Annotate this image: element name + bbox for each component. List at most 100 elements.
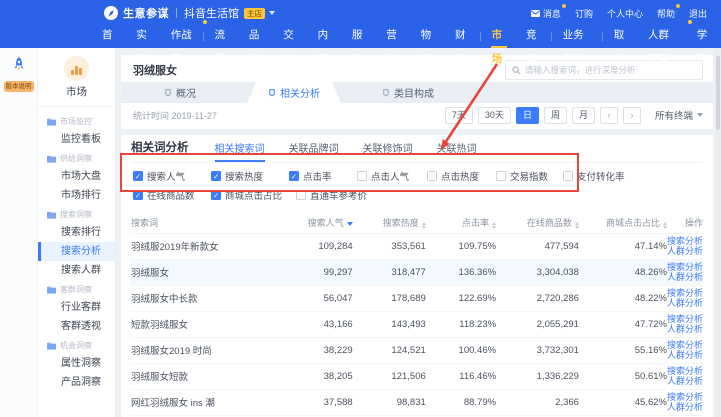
date-range-active[interactable]: 日 xyxy=(516,107,539,124)
next-button[interactable]: › xyxy=(623,107,641,124)
checkbox-checked[interactable]: ✓ xyxy=(133,171,143,181)
checkbox-unchecked[interactable] xyxy=(357,171,367,181)
action-link[interactable]: 搜索分析 xyxy=(667,366,703,377)
action-link[interactable]: 搜索分析 xyxy=(667,314,703,325)
chevron-down-icon[interactable] xyxy=(269,11,275,15)
analysis-tabs: 相关搜索词 关联品牌词 关联修饰词 关联热词 xyxy=(215,140,477,162)
nav-item[interactable]: 作战室 xyxy=(161,23,203,48)
sidebar-item[interactable]: 市场排行 xyxy=(38,186,115,205)
nav-item[interactable]: 财务 xyxy=(445,23,479,48)
app-name: 生意参谋 xyxy=(123,5,169,21)
action-link[interactable]: 人群分析 xyxy=(667,402,703,413)
action-link[interactable]: 人群分析 xyxy=(667,324,703,335)
sidebar-item[interactable]: 搜索排行 xyxy=(38,223,115,242)
nav-item[interactable]: 首页 xyxy=(92,23,126,48)
action-link[interactable]: 搜索分析 xyxy=(667,262,703,273)
action-link[interactable]: 搜索分析 xyxy=(667,288,703,299)
sidebar-menu: 市场监控监控看板供给洞察市场大盘市场排行搜索洞察搜索排行搜索分析搜索人群客群洞察… xyxy=(38,107,115,392)
metric-checkbox[interactable]: ✓搜索热度 xyxy=(211,169,289,183)
sidebar-item[interactable]: 监控看板 xyxy=(38,130,115,149)
tab-active[interactable]: 相关分析 xyxy=(247,82,341,103)
nav-item[interactable]: 竞争 xyxy=(516,23,550,48)
nav-item[interactable]: 品类 xyxy=(239,23,273,48)
metric-checkbox[interactable]: ✓点击率 xyxy=(289,169,357,183)
metric-checkbox[interactable]: 直通车参考价 xyxy=(296,188,416,202)
nav-item[interactable]: 内容 xyxy=(308,23,342,48)
tab-item[interactable]: 类目构成 xyxy=(361,82,455,103)
date-range-button[interactable]: 周 xyxy=(544,107,567,124)
table-row: 羽绒服女短款38,205121,506116.46%1,336,22950.61… xyxy=(131,363,703,389)
action-link[interactable]: 人群分析 xyxy=(667,350,703,361)
metric-checkbox[interactable]: 点击热度 xyxy=(427,169,496,183)
sidebar-item[interactable]: 搜索人群 xyxy=(38,261,115,280)
sidebar-item-active[interactable]: 搜索分析 xyxy=(38,242,115,261)
utility-item[interactable]: 退出 xyxy=(689,7,707,20)
rocket-icon[interactable] xyxy=(10,56,28,74)
nav-item[interactable]: 流量 xyxy=(205,23,239,48)
nav-item[interactable]: 交易 xyxy=(273,23,307,48)
sidebar-item[interactable]: 行业客群 xyxy=(38,298,115,317)
metric-checkbox[interactable]: 点击人气 xyxy=(357,169,427,183)
utility-item[interactable]: 个人中心 xyxy=(607,7,643,20)
checkbox-checked[interactable]: ✓ xyxy=(211,190,221,200)
nav-item[interactable]: 营销 xyxy=(376,23,410,48)
date-range-button[interactable]: 30天 xyxy=(478,107,511,124)
sidebar-item[interactable]: 市场大盘 xyxy=(38,167,115,186)
metric-checkbox[interactable]: 支付转化率 xyxy=(563,169,653,183)
action-link[interactable]: 人群分析 xyxy=(667,376,703,387)
checkbox-unchecked[interactable] xyxy=(427,171,437,181)
action-link[interactable]: 搜索分析 xyxy=(667,236,703,247)
scrollbar-thumb[interactable] xyxy=(716,56,720,130)
nav-item[interactable]: 实时 xyxy=(126,23,160,48)
column-header[interactable]: 搜索热度 xyxy=(353,212,426,233)
checkbox-unchecked[interactable] xyxy=(296,190,306,200)
analysis-tab[interactable]: 关联修饰词 xyxy=(363,140,413,162)
terminal-filter-dropdown[interactable]: 所有终端 xyxy=(655,108,703,122)
date-range-button[interactable]: 7天 xyxy=(445,107,473,124)
checkbox-checked[interactable]: ✓ xyxy=(211,171,221,181)
sidebar-item[interactable]: 产品洞察 xyxy=(38,373,115,392)
action-link[interactable]: 人群分析 xyxy=(667,272,703,283)
metric-checkbox[interactable]: ✓搜索人气 xyxy=(133,169,211,183)
utility-item[interactable]: 订购 xyxy=(575,7,593,20)
store-badge[interactable]: 主店 xyxy=(244,8,265,19)
value-cell: 477,594 xyxy=(496,233,579,259)
column-header[interactable]: 商城点击占比 xyxy=(579,212,667,233)
checkbox-unchecked[interactable] xyxy=(496,171,506,181)
action-link[interactable]: 搜索分析 xyxy=(667,392,703,403)
utility-item[interactable]: 帮助 xyxy=(657,7,675,20)
nav-item[interactable]: 业务专区 xyxy=(553,23,602,48)
checkbox-checked[interactable]: ✓ xyxy=(133,190,143,200)
sidebar-item[interactable]: 客群透视 xyxy=(38,317,115,336)
analysis-tab[interactable]: 关联品牌词 xyxy=(289,140,339,162)
search-input[interactable] xyxy=(525,65,696,75)
scrollbar[interactable] xyxy=(715,48,721,417)
nav-item[interactable]: 取数 xyxy=(604,23,638,48)
metric-checkbox[interactable]: ✓在线商品数 xyxy=(133,188,211,202)
nav-item[interactable]: 物流 xyxy=(411,23,445,48)
meta-row: 统计时间 2019-11-27 7天30天日周月‹›所有终端 xyxy=(121,103,713,129)
action-link[interactable]: 人群分析 xyxy=(667,246,703,257)
date-range-button[interactable]: 月 xyxy=(572,107,595,124)
action-link[interactable]: 搜索分析 xyxy=(667,340,703,351)
column-header[interactable]: 点击率 xyxy=(426,212,496,233)
checkbox-unchecked[interactable] xyxy=(563,171,573,181)
column-header[interactable]: 搜索人气 xyxy=(282,212,352,233)
column-header[interactable]: 在线商品数 xyxy=(496,212,579,233)
analysis-tab-active[interactable]: 相关搜索词 xyxy=(215,140,265,162)
metric-checkbox[interactable]: 交易指数 xyxy=(496,169,563,183)
nav-item[interactable]: 服务 xyxy=(342,23,376,48)
action-link[interactable]: 人群分析 xyxy=(667,298,703,309)
analysis-tab[interactable]: 关联热词 xyxy=(437,140,477,162)
nav-item-active[interactable]: 市场 xyxy=(482,23,516,48)
checkbox-checked[interactable]: ✓ xyxy=(289,171,299,181)
nav-item[interactable]: 人群管理 xyxy=(638,23,687,48)
value-cell: 38,205 xyxy=(282,363,352,389)
version-badge[interactable]: 版本说明 xyxy=(4,81,34,92)
tab-item[interactable]: 概况 xyxy=(133,82,227,103)
utility-message[interactable]: 消息 xyxy=(531,7,561,20)
metric-checkbox[interactable]: ✓商城点击占比 xyxy=(211,188,296,202)
sidebar-item[interactable]: 属性洞察 xyxy=(38,354,115,373)
nav-item[interactable]: 学院 xyxy=(687,23,721,48)
prev-button[interactable]: ‹ xyxy=(600,107,618,124)
